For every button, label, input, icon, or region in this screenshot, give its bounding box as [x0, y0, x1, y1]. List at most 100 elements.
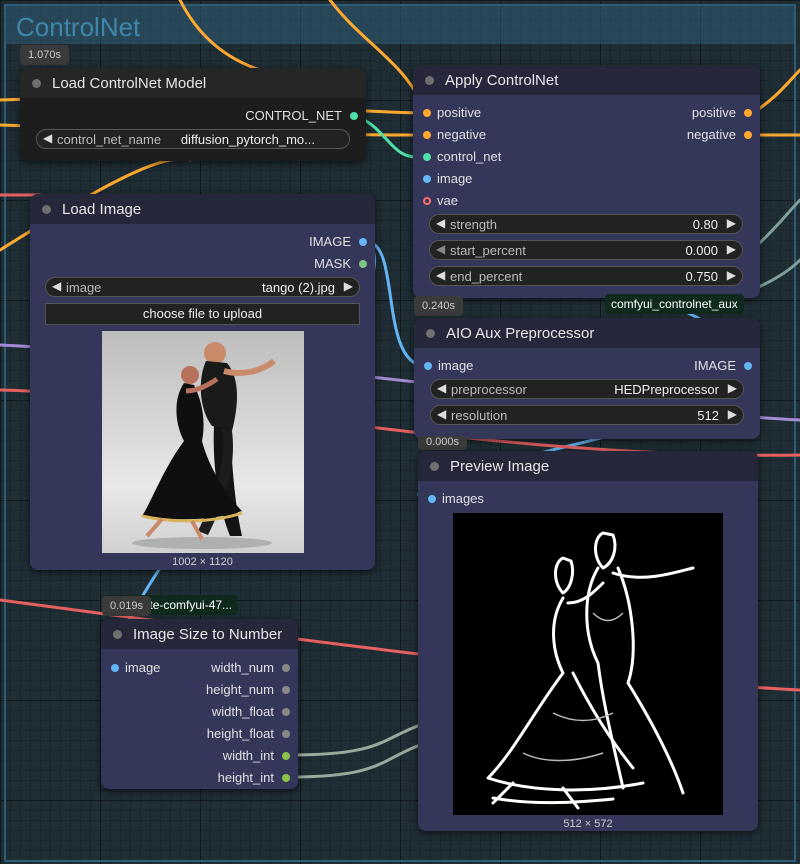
arrow-right-icon[interactable]: ▶ — [344, 279, 353, 293]
widget-label: preprocessor — [451, 382, 527, 397]
node-header[interactable]: Load ControlNet Model — [20, 68, 366, 98]
arrow-left-icon[interactable]: ◀ — [52, 279, 61, 293]
slider-strength[interactable]: ◀ strength 0.80 ▶ — [429, 214, 743, 234]
output-mask[interactable]: MASK — [314, 256, 371, 272]
output-label: IMAGE — [694, 358, 736, 373]
input-image[interactable]: image — [105, 660, 160, 676]
widget-label: image — [66, 280, 102, 295]
node-header[interactable]: AIO Aux Preprocessor — [414, 318, 760, 348]
output-height-int[interactable]: height_int — [218, 770, 294, 786]
collapse-dot-icon[interactable] — [430, 462, 439, 471]
output-height-float[interactable]: height_float — [207, 726, 294, 742]
output-control-net[interactable]: CONTROL_NET — [245, 108, 362, 124]
output-dot-icon[interactable] — [282, 708, 290, 716]
number-resolution[interactable]: ◀ resolution 512 ▶ — [430, 405, 744, 425]
collapse-dot-icon[interactable] — [426, 329, 435, 338]
output-image[interactable]: IMAGE — [309, 234, 371, 250]
arrow-left-icon[interactable]: ◀ — [436, 216, 445, 230]
output-dot-icon[interactable] — [744, 362, 752, 370]
node-load-controlnet-model[interactable]: Load ControlNet Model CONTROL_NET ◀ cont… — [20, 68, 366, 161]
arrow-left-icon[interactable]: ◀ — [437, 381, 446, 395]
input-dot-icon[interactable] — [424, 362, 432, 370]
node-image-size-to-number[interactable]: Image Size to Number image width_num hei… — [101, 619, 298, 789]
choose-file-button[interactable]: choose file to upload — [45, 303, 360, 325]
output-dot-icon[interactable] — [282, 774, 290, 782]
arrow-left-icon[interactable]: ◀ — [436, 268, 445, 282]
combo-control-net-name[interactable]: ◀ control_net_name diffusion_pytorch_mo.… — [36, 129, 350, 149]
input-dot-icon[interactable] — [423, 197, 431, 205]
arrow-right-icon[interactable]: ▶ — [728, 407, 737, 421]
input-dot-icon[interactable] — [428, 495, 436, 503]
output-label: width_int — [222, 748, 274, 763]
input-dot-icon[interactable] — [423, 153, 431, 161]
input-images[interactable]: images — [422, 491, 484, 507]
preview-dimensions: 512 × 572 — [563, 818, 613, 830]
input-dot-icon[interactable] — [423, 175, 431, 183]
output-image[interactable]: IMAGE — [694, 358, 756, 374]
input-negative[interactable]: negative — [417, 127, 486, 143]
output-label: width_float — [211, 704, 274, 719]
node-aio-aux-preprocessor[interactable]: AIO Aux Preprocessor image IMAGE ◀ prepr… — [414, 318, 760, 439]
output-label: IMAGE — [309, 234, 351, 249]
node-header[interactable]: Image Size to Number — [101, 619, 298, 649]
output-label: CONTROL_NET — [245, 108, 342, 123]
slider-start-percent[interactable]: ◀ start_percent 0.000 ▶ — [429, 240, 743, 260]
node-header[interactable]: Preview Image — [418, 451, 758, 481]
badge-apply-cn-time: 0.240s — [414, 296, 464, 316]
input-label: control_net — [437, 149, 502, 164]
arrow-right-icon[interactable]: ▶ — [727, 268, 736, 282]
output-dot-icon[interactable] — [744, 109, 752, 117]
input-label: negative — [437, 127, 487, 142]
input-dot-icon[interactable] — [111, 664, 119, 672]
output-negative[interactable]: negative — [687, 127, 756, 143]
dancers-photo-icon — [132, 342, 276, 549]
preview-edge-image — [453, 513, 723, 815]
input-label: image — [438, 358, 474, 373]
arrow-left-icon[interactable]: ◀ — [436, 242, 445, 256]
slider-end-percent[interactable]: ◀ end_percent 0.750 ▶ — [429, 266, 743, 286]
combo-image[interactable]: ◀ image tango (2).jpg ▶ — [45, 277, 360, 297]
input-positive[interactable]: positive — [417, 105, 481, 121]
arrow-right-icon[interactable]: ▶ — [728, 381, 737, 395]
node-apply-controlnet[interactable]: Apply ControlNet positive negative contr… — [413, 65, 760, 298]
output-dot-icon[interactable] — [359, 260, 367, 268]
node-preview-image[interactable]: Preview Image images 512 × 572 — [418, 451, 758, 831]
node-load-image[interactable]: Load Image IMAGE MASK ◀ image tango (2).… — [30, 194, 375, 570]
node-title: Preview Image — [450, 458, 550, 475]
collapse-dot-icon[interactable] — [425, 76, 434, 85]
arrow-right-icon[interactable]: ▶ — [727, 216, 736, 230]
node-title: Load ControlNet Model — [52, 75, 207, 92]
input-control-net[interactable]: control_net — [417, 149, 501, 165]
output-dot-icon[interactable] — [359, 238, 367, 246]
output-dot-icon[interactable] — [282, 686, 290, 694]
output-width-int[interactable]: width_int — [223, 748, 294, 764]
output-width-float[interactable]: width_float — [212, 704, 294, 720]
collapse-dot-icon[interactable] — [42, 205, 51, 214]
input-image[interactable]: image — [417, 171, 472, 187]
node-title: Image Size to Number — [133, 626, 283, 643]
arrow-left-icon[interactable]: ◀ — [43, 131, 52, 145]
input-dot-icon[interactable] — [423, 131, 431, 139]
output-dot-icon[interactable] — [350, 112, 358, 120]
output-height-num[interactable]: height_num — [206, 682, 294, 698]
collapse-dot-icon[interactable] — [113, 630, 122, 639]
output-dot-icon[interactable] — [282, 752, 290, 760]
output-label: positive — [691, 105, 736, 120]
badge-load-cn-time: 1.070s — [20, 45, 70, 65]
input-label: image — [125, 660, 161, 675]
input-vae[interactable]: vae — [417, 193, 458, 209]
output-dot-icon[interactable] — [282, 730, 290, 738]
input-dot-icon[interactable] — [423, 109, 431, 117]
combo-preprocessor[interactable]: ◀ preprocessor HEDPreprocessor ▶ — [430, 379, 744, 399]
input-image[interactable]: image — [418, 358, 473, 374]
arrow-right-icon[interactable]: ▶ — [727, 242, 736, 256]
output-width-num[interactable]: width_num — [211, 660, 294, 676]
node-header[interactable]: Apply ControlNet — [413, 65, 760, 95]
node-header[interactable]: Load Image — [30, 194, 375, 224]
output-positive[interactable]: positive — [692, 105, 756, 121]
output-dot-icon[interactable] — [744, 131, 752, 139]
arrow-left-icon[interactable]: ◀ — [437, 407, 446, 421]
image-dimensions: 1002 × 1120 — [172, 556, 233, 568]
output-dot-icon[interactable] — [282, 664, 290, 672]
collapse-dot-icon[interactable] — [32, 79, 41, 88]
